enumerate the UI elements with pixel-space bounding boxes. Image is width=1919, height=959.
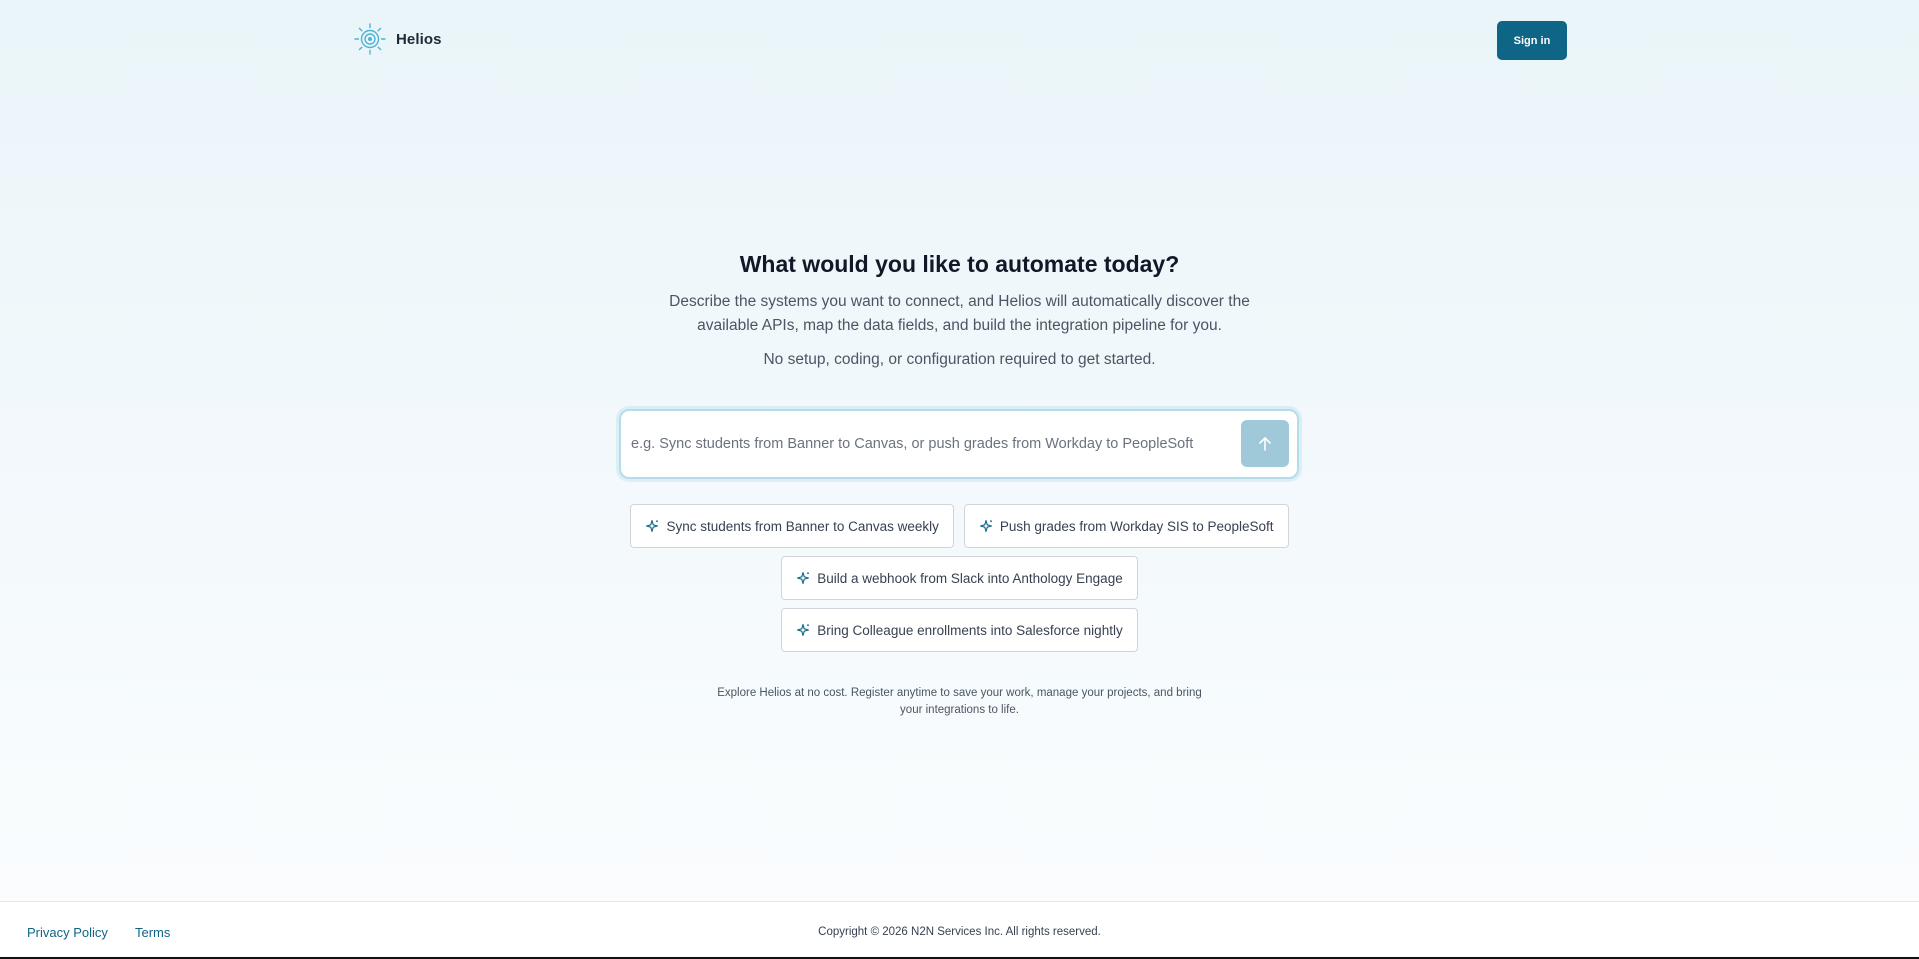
suggestion-chip[interactable]: Push grades from Workday SIS to PeopleSo… [963, 504, 1289, 548]
page-title: What would you like to automate today? [739, 251, 1180, 277]
footer: Privacy Policy Terms Copyright © 2026 N2… [0, 901, 1919, 959]
sun-logo-icon [354, 23, 386, 55]
suggestion-label: Build a webhook from Slack into Antholog… [817, 570, 1123, 586]
top-bar: Helios Sign in [0, 0, 1919, 80]
prompt-input[interactable] [631, 428, 1221, 460]
explore-text: Explore Helios at no cost. Register anyt… [717, 687, 1202, 716]
suggestion-chip[interactable]: Bring Colleague enrollments into Salesfo… [781, 608, 1138, 652]
arrow-up-icon [1259, 436, 1271, 451]
send-button[interactable] [1241, 420, 1289, 467]
suggestion-list: Sync students from Banner to Canvas week… [0, 504, 1919, 660]
suggestion-label: Push grades from Workday SIS to PeopleSo… [999, 518, 1274, 534]
suggestion-label: Bring Colleague enrollments into Salesfo… [817, 622, 1123, 638]
prompt-box [619, 409, 1299, 479]
explore-note: Explore Helios at no cost. Register anyt… [0, 685, 1919, 719]
hero-section: What would you like to automate today? D… [0, 248, 1919, 372]
brand-name: Helios [396, 30, 442, 48]
sparkle-icon [979, 519, 992, 533]
hero-note: No setup, coding, or configuration requi… [763, 351, 1156, 368]
suggestion-label: Sync students from Banner to Canvas week… [666, 518, 939, 534]
hero-description: Describe the systems you want to connect… [669, 293, 1250, 334]
sparkle-icon [797, 623, 810, 637]
sparkle-icon [797, 571, 810, 585]
copyright-text: Copyright © 2026 N2N Services Inc. All r… [818, 926, 1101, 938]
brand[interactable]: Helios [353, 23, 442, 55]
sparkle-icon [646, 519, 659, 533]
sign-in-button[interactable]: Sign in [1497, 21, 1567, 60]
suggestion-chip[interactable]: Sync students from Banner to Canvas week… [630, 504, 954, 548]
suggestion-chip[interactable]: Build a webhook from Slack into Antholog… [781, 556, 1138, 600]
